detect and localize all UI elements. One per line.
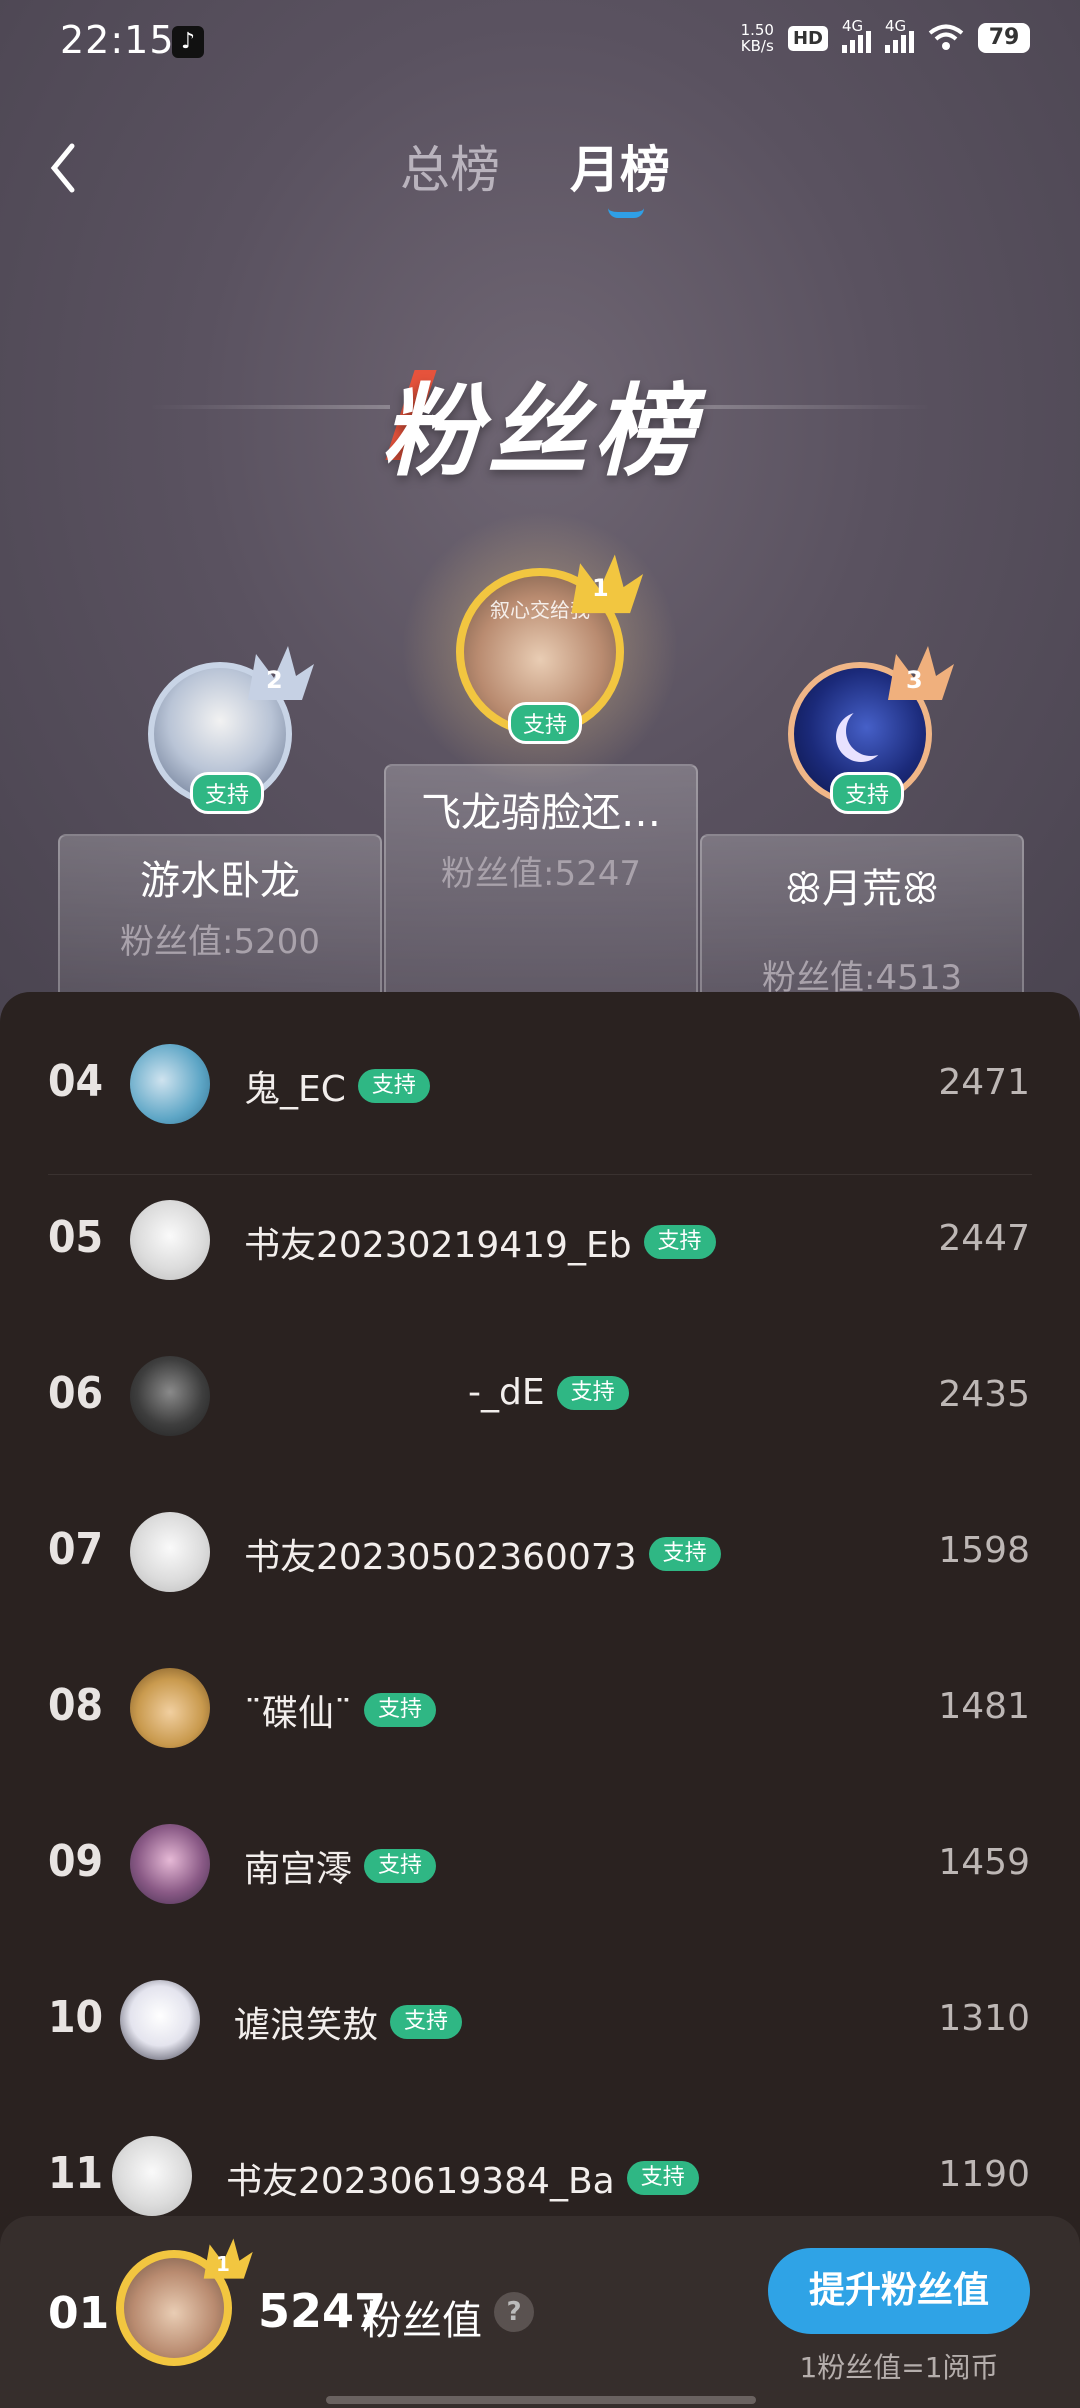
podium-third[interactable]: ꕥ月荒ꕥ 粉丝值:4513: [700, 834, 1024, 998]
list-item-name: 谑浪笑敖 支持: [234, 1996, 463, 2048]
crown-first-number: 1: [592, 574, 609, 602]
boost-exchange-note: 1粉丝值=1阅币: [799, 2351, 999, 2384]
podium-second-name: 游水卧龙: [140, 858, 300, 904]
fan-score: 1481: [938, 1686, 1030, 1727]
support-badge[interactable]: 支持: [643, 1225, 716, 1259]
list-item[interactable]: 10 谑浪笑敖 支持 1310: [0, 1942, 1080, 2098]
rank-number: 04: [48, 1056, 104, 1107]
status-bar: 22:15 ♪ 1.50 KB/s HD 4G 4G 79: [0, 0, 1080, 84]
podium-second[interactable]: 游水卧龙 粉丝值:5200: [58, 834, 382, 994]
fan-score: 2447: [938, 1218, 1030, 1259]
podium-second-fans: 粉丝值:5200: [120, 922, 320, 962]
tab-active-indicator: [608, 208, 644, 218]
rank-number: 11: [48, 2148, 104, 2199]
podium-first-fans: 粉丝值:5247: [441, 854, 641, 894]
my-crown-number: 1: [216, 2252, 230, 2276]
list-item-name: -_dE 支持: [468, 1372, 629, 1413]
tab-monthly-label: 月榜: [570, 141, 670, 199]
moon-icon: [846, 706, 896, 756]
podium-first-name: 飞龙骑脸还…: [421, 790, 661, 836]
signal-sim1-icon: 4G: [842, 17, 871, 53]
hd-icon: HD: [787, 25, 828, 51]
list-item[interactable]: 07 书友20230502360073 支持 1598: [0, 1474, 1080, 1630]
support-badge[interactable]: 支持: [556, 1375, 629, 1410]
list-item[interactable]: 04 鬼_EC 支持 2471: [0, 1006, 1080, 1162]
rank-number: 05: [48, 1212, 104, 1263]
fan-score: 1598: [938, 1530, 1030, 1571]
support-badge[interactable]: 支持: [357, 1069, 430, 1103]
avatar[interactable]: [130, 1668, 210, 1748]
fan-score: 2435: [938, 1374, 1030, 1415]
network-speed: 1.50 KB/s: [740, 21, 774, 55]
rank-number: 07: [48, 1524, 104, 1575]
fan-score: 1459: [938, 1842, 1030, 1883]
list-item-name: 书友20230502360073 支持: [244, 1528, 721, 1580]
list-item[interactable]: 06 -_dE 支持 2435: [0, 1318, 1080, 1474]
rank-number: 10: [48, 1992, 104, 2043]
avatar[interactable]: [130, 1824, 210, 1904]
list-item-name: 书友20230219419_Eb 支持: [244, 1216, 716, 1268]
list-item-name: 鬼_EC 支持: [244, 1060, 430, 1112]
support-badge[interactable]: 支持: [648, 1537, 721, 1571]
home-indicator[interactable]: [326, 2396, 756, 2404]
avatar[interactable]: [130, 1356, 210, 1436]
avatar[interactable]: [130, 1512, 210, 1592]
battery-icon: 79: [978, 23, 1030, 53]
my-ranking-bar: 01 1 5247 粉丝值 ? 提升粉丝值 1粉丝值=1阅币: [0, 2216, 1080, 2408]
my-fan-unit: 粉丝值: [362, 2298, 482, 2344]
ranking-list: 04 鬼_EC 支持 2471 05 书友20230219419_Eb 支持 244…: [0, 992, 1080, 2408]
status-time: 22:15: [60, 18, 175, 62]
fan-score: 2471: [938, 1062, 1030, 1103]
crown-second-number: 2: [266, 666, 283, 694]
tab-monthly[interactable]: 月榜: [570, 130, 670, 218]
avatar[interactable]: [130, 1200, 210, 1280]
help-icon[interactable]: ?: [494, 2292, 534, 2332]
status-indicators: 1.50 KB/s HD 4G 4G 79: [740, 17, 1030, 55]
tiktok-icon: ♪: [172, 26, 204, 58]
rank-number: 09: [48, 1836, 104, 1887]
page-title: 粉丝榜: [381, 373, 699, 490]
list-item-name: 南宫澪 支持: [244, 1840, 437, 1892]
support-badge[interactable]: 支持: [626, 2161, 699, 2195]
list-item-name: 书友20230619384_Ba 支持: [226, 2152, 699, 2204]
list-item-name: ¨碟仙¨ 支持: [244, 1684, 437, 1736]
ranking-tabs: 总榜 月榜: [400, 130, 670, 218]
rank-number: 08: [48, 1680, 104, 1731]
tab-total[interactable]: 总榜: [400, 130, 500, 202]
wifi-icon: [928, 24, 964, 52]
chevron-left-icon: [50, 143, 75, 193]
support-badge-first[interactable]: 支持: [508, 702, 583, 744]
support-badge[interactable]: 支持: [364, 1693, 437, 1727]
boost-fan-value-button[interactable]: 提升粉丝值: [768, 2248, 1030, 2334]
fan-score: 1190: [938, 2154, 1030, 2195]
support-badge[interactable]: 支持: [364, 1849, 437, 1883]
fan-score: 1310: [938, 1998, 1030, 2039]
signal-sim2-icon: 4G: [885, 17, 914, 53]
crown-third-number: 3: [906, 666, 923, 694]
rank-number: 06: [48, 1368, 104, 1419]
list-item[interactable]: 09 南宫澪 支持 1459: [0, 1786, 1080, 1942]
support-badge[interactable]: 支持: [390, 2005, 463, 2039]
support-badge-third[interactable]: 支持: [830, 772, 905, 814]
avatar[interactable]: [112, 2136, 192, 2216]
back-button[interactable]: [44, 140, 84, 196]
podium-third-name: ꕥ月荒ꕥ: [784, 866, 940, 912]
avatar[interactable]: [130, 1044, 210, 1124]
podium-first[interactable]: 飞龙骑脸还… 粉丝值:5247: [384, 764, 698, 994]
my-rank: 01: [48, 2288, 110, 2339]
avatar[interactable]: [120, 1980, 200, 2060]
list-item[interactable]: 08 ¨碟仙¨ 支持 1481: [0, 1630, 1080, 1786]
support-badge-second[interactable]: 支持: [190, 772, 265, 814]
list-item[interactable]: 05 书友20230219419_Eb 支持 2447: [0, 1162, 1080, 1318]
